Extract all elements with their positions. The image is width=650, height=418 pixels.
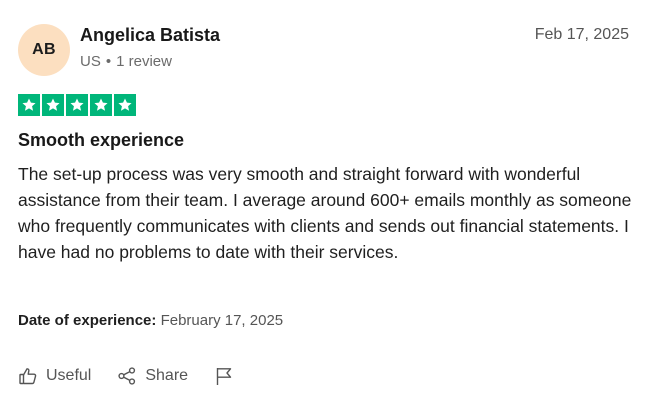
reviewer-country: US (80, 53, 101, 70)
star-icon (66, 94, 88, 116)
reviewer-meta: US • 1 review (80, 53, 172, 70)
useful-button[interactable]: Useful (18, 366, 91, 386)
review-card: AB Angelica Batista US • 1 review Feb 17… (0, 0, 650, 418)
review-date: Feb 17, 2025 (534, 26, 629, 43)
avatar: AB (18, 24, 70, 76)
report-button[interactable] (214, 366, 234, 386)
share-icon (117, 366, 137, 386)
reviewer-name[interactable]: Angelica Batista (80, 25, 220, 46)
share-button[interactable]: Share (117, 366, 188, 386)
reviewer-review-count: 1 review (116, 53, 172, 70)
share-label: Share (145, 367, 189, 384)
star-icon (90, 94, 112, 116)
experience-date: February 17, 2025 (160, 312, 284, 329)
useful-label: Useful (46, 367, 92, 384)
meta-separator: • (105, 53, 112, 70)
date-of-experience: Date of experience: February 17, 2025 (18, 312, 283, 329)
review-actions: Useful Share (18, 366, 234, 386)
flag-icon (214, 366, 234, 386)
star-icon (114, 94, 136, 116)
star-icon (42, 94, 64, 116)
star-rating (18, 94, 136, 116)
star-icon (18, 94, 40, 116)
thumbs-up-icon (18, 366, 38, 386)
review-body: The set-up process was very smooth and s… (18, 164, 632, 262)
experience-label: Date of experience: (18, 312, 157, 329)
review-title[interactable]: Smooth experience (18, 130, 184, 151)
